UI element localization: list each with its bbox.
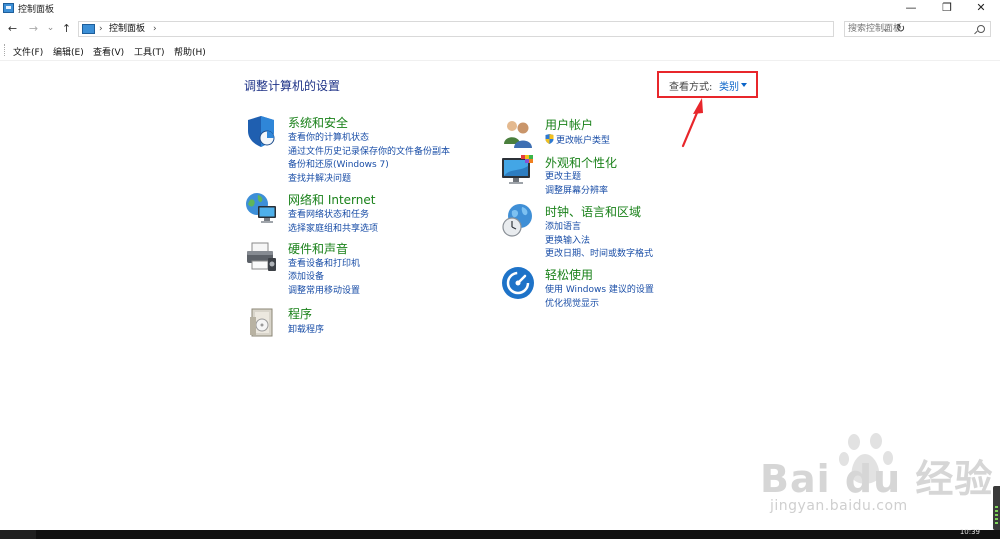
link-screen-resolution[interactable]: 调整屏幕分辨率: [545, 183, 608, 196]
menu-view[interactable]: 查看(V): [93, 45, 124, 58]
link-uninstall-program[interactable]: 卸载程序: [288, 322, 324, 335]
page-title: 调整计算机的设置: [244, 79, 341, 93]
link-view-computer-status[interactable]: 查看你的计算机状态: [288, 130, 369, 143]
accessibility-icon[interactable]: [501, 266, 535, 300]
start-button[interactable]: [0, 530, 36, 539]
link-mobility-settings[interactable]: 调整常用移动设置: [288, 283, 360, 296]
menu-help[interactable]: 帮助(H): [174, 45, 206, 58]
category-title[interactable]: 轻松使用: [545, 266, 593, 283]
category-title[interactable]: 系统和安全: [288, 114, 348, 131]
category-title[interactable]: 程序: [288, 305, 312, 322]
programs-icon[interactable]: [244, 305, 278, 339]
search-icon[interactable]: [977, 25, 985, 33]
restore-button[interactable]: ❐: [932, 0, 962, 17]
users-icon[interactable]: [501, 116, 535, 150]
link-add-device[interactable]: 添加设备: [288, 269, 324, 282]
clock-globe-icon[interactable]: [501, 203, 535, 237]
link-change-theme[interactable]: 更改主题: [545, 169, 581, 182]
annotation-arrow: [681, 98, 703, 148]
link-label[interactable]: 更改帐户类型: [556, 136, 610, 146]
link-homegroup-sharing[interactable]: 选择家庭组和共享选项: [288, 221, 378, 234]
menu-tools[interactable]: 工具(T): [134, 45, 165, 58]
breadcrumb-separator: ›: [99, 24, 103, 34]
taskbar-clock: 10:39: [959, 528, 980, 536]
breadcrumb-control-panel[interactable]: 控制面板: [109, 22, 145, 36]
taskbar: 10:39: [0, 528, 1000, 539]
close-button[interactable]: ✕: [966, 0, 996, 17]
search-input[interactable]: [848, 22, 968, 36]
baidu-watermark-logo: Bai du 经验: [760, 457, 994, 501]
link-change-date-time-format[interactable]: 更改日期、时间或数字格式: [545, 246, 653, 259]
baidu-watermark-url: jingyan.baidu.com: [770, 498, 908, 514]
up-button[interactable]: ↑: [59, 21, 74, 36]
link-change-input-method[interactable]: 更换输入法: [545, 233, 590, 246]
control-panel-icon: [82, 24, 95, 34]
link-network-status[interactable]: 查看网络状态和任务: [288, 207, 369, 220]
category-title[interactable]: 用户帐户: [545, 116, 593, 133]
view-by-label: 查看方式:: [669, 82, 713, 93]
title-bar: 控制面板 — ❐ ✕: [0, 0, 1000, 17]
view-by-dropdown[interactable]: 类别: [719, 78, 739, 93]
window-title: 控制面板: [18, 5, 55, 15]
category-title[interactable]: 网络和 Internet: [288, 191, 375, 208]
side-performance-widget: [993, 486, 1000, 530]
monitor-palette-icon[interactable]: [501, 154, 535, 188]
uac-shield-icon: [545, 134, 554, 144]
link-backup-restore[interactable]: 备份和还原(Windows 7): [288, 157, 389, 170]
minimize-button[interactable]: —: [896, 0, 926, 17]
back-button[interactable]: ←: [5, 21, 20, 36]
search-box[interactable]: [844, 21, 991, 37]
category-title[interactable]: 硬件和声音: [288, 240, 348, 257]
chevron-down-icon[interactable]: [741, 83, 747, 87]
address-box[interactable]: › 控制面板 › ⌄ ↻: [78, 21, 905, 37]
menu-bar: 文件(F) 编辑(E) 查看(V) 工具(T) 帮助(H): [0, 41, 1000, 61]
category-title[interactable]: 时钟、语言和区域: [545, 203, 641, 220]
network-globe-icon[interactable]: [244, 191, 278, 225]
printer-icon[interactable]: [244, 240, 278, 274]
shield-icon[interactable]: [244, 114, 278, 148]
menu-grip: [4, 44, 7, 56]
link-troubleshoot[interactable]: 查找并解决问题: [288, 171, 351, 184]
link-add-language[interactable]: 添加语言: [545, 219, 581, 232]
control-panel-icon: [3, 3, 14, 13]
link-change-account-type[interactable]: 更改帐户类型: [545, 133, 610, 146]
menu-file[interactable]: 文件(F): [13, 45, 43, 58]
recent-locations-button[interactable]: ⌄: [43, 21, 58, 36]
link-file-history[interactable]: 通过文件历史记录保存你的文件备份副本: [288, 144, 450, 157]
link-windows-recommended-settings[interactable]: 使用 Windows 建议的设置: [545, 282, 654, 295]
link-devices-printers[interactable]: 查看设备和打印机: [288, 256, 360, 269]
menu-edit[interactable]: 编辑(E): [53, 45, 84, 58]
forward-button[interactable]: →: [26, 21, 41, 36]
breadcrumb-separator[interactable]: ›: [153, 22, 157, 36]
link-optimize-visual-display[interactable]: 优化视觉显示: [545, 296, 599, 309]
